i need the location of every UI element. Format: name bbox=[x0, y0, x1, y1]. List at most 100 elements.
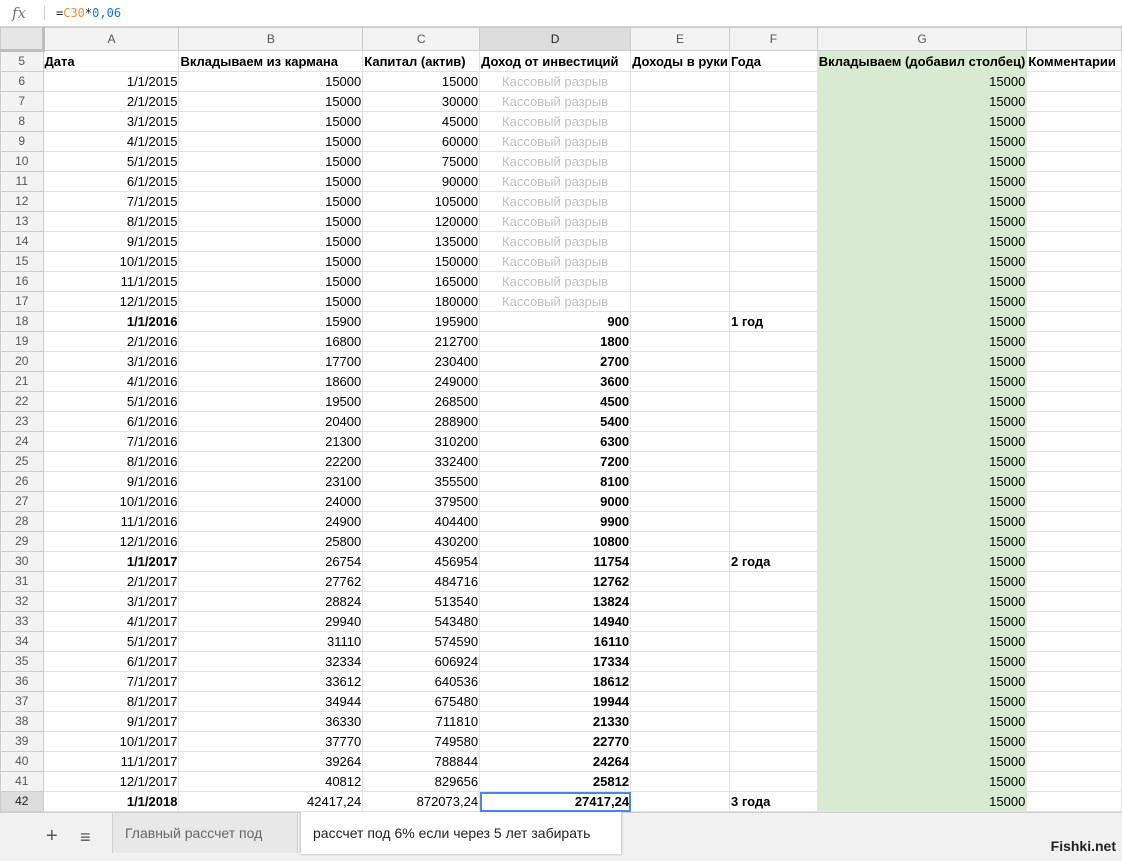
comment-cell[interactable] bbox=[1026, 791, 1122, 812]
comment-cell[interactable] bbox=[1026, 731, 1122, 752]
capital-cell[interactable]: 484716 bbox=[362, 571, 481, 592]
comment-cell[interactable] bbox=[1026, 351, 1122, 372]
years-cell[interactable] bbox=[729, 111, 818, 132]
comment-cell[interactable] bbox=[1026, 191, 1122, 212]
pocket-cell[interactable]: 32334 bbox=[178, 651, 364, 672]
row-number[interactable]: 6 bbox=[0, 71, 44, 92]
date-cell[interactable]: 4/1/2015 bbox=[42, 131, 180, 152]
invest-cell[interactable]: 15000 bbox=[816, 351, 1028, 372]
pocket-cell[interactable]: 25800 bbox=[178, 531, 364, 552]
row-number[interactable]: 27 bbox=[0, 491, 44, 512]
sheet-tab-active[interactable]: рассчет под 6% если через 5 лет забирать… bbox=[300, 812, 622, 854]
comment-cell[interactable] bbox=[1026, 171, 1122, 192]
capital-cell[interactable]: 404400 bbox=[362, 511, 481, 532]
pocket-cell[interactable]: 28824 bbox=[178, 591, 364, 612]
years-cell[interactable] bbox=[729, 691, 818, 712]
cash-cell[interactable] bbox=[630, 111, 731, 132]
years-cell[interactable] bbox=[729, 351, 818, 372]
years-cell[interactable] bbox=[729, 131, 818, 152]
pocket-cell[interactable]: 31110 bbox=[178, 631, 364, 652]
years-cell[interactable] bbox=[729, 411, 818, 432]
pocket-cell[interactable]: 39264 bbox=[178, 751, 364, 772]
cash-cell[interactable] bbox=[630, 491, 731, 512]
comment-cell[interactable] bbox=[1026, 751, 1122, 772]
row-number[interactable]: 37 bbox=[0, 691, 44, 712]
pocket-cell[interactable]: 15000 bbox=[178, 211, 364, 232]
pocket-cell[interactable]: 17700 bbox=[178, 351, 364, 372]
invest-cell[interactable]: 15000 bbox=[816, 451, 1028, 472]
sheet-tab-main[interactable]: Главный рассчет под 6%▾ bbox=[112, 813, 298, 853]
income-cell[interactable]: 5400 bbox=[479, 411, 632, 432]
cash-cell[interactable] bbox=[630, 271, 731, 292]
row-number[interactable]: 19 bbox=[0, 331, 44, 352]
row-number[interactable]: 14 bbox=[0, 231, 44, 252]
comment-cell[interactable] bbox=[1026, 771, 1122, 792]
column-header[interactable]: E bbox=[630, 27, 731, 51]
capital-cell[interactable]: 165000 bbox=[362, 271, 481, 292]
row-number[interactable]: 23 bbox=[0, 411, 44, 432]
capital-cell[interactable]: 310200 bbox=[362, 431, 481, 452]
header-cell[interactable]: Дата bbox=[42, 50, 180, 72]
date-cell[interactable]: 10/1/2015 bbox=[42, 251, 180, 272]
capital-cell[interactable]: 60000 bbox=[362, 131, 481, 152]
years-cell[interactable] bbox=[729, 711, 818, 732]
capital-cell[interactable]: 543480 bbox=[362, 611, 481, 632]
row-number[interactable]: 21 bbox=[0, 371, 44, 392]
cash-cell[interactable] bbox=[630, 351, 731, 372]
cash-cell[interactable] bbox=[630, 431, 731, 452]
cash-cell[interactable] bbox=[630, 371, 731, 392]
invest-cell[interactable]: 15000 bbox=[816, 611, 1028, 632]
income-cell[interactable]: 7200 bbox=[479, 451, 632, 472]
date-cell[interactable]: 2/1/2015 bbox=[42, 91, 180, 112]
comment-cell[interactable] bbox=[1026, 131, 1122, 152]
pocket-cell[interactable]: 15000 bbox=[178, 291, 364, 312]
cash-cell[interactable] bbox=[630, 151, 731, 172]
income-cell[interactable]: 12762 bbox=[479, 571, 632, 592]
years-cell[interactable] bbox=[729, 511, 818, 532]
date-cell[interactable]: 8/1/2015 bbox=[42, 211, 180, 232]
date-cell[interactable]: 5/1/2015 bbox=[42, 151, 180, 172]
invest-cell[interactable]: 15000 bbox=[816, 751, 1028, 772]
comment-cell[interactable] bbox=[1026, 71, 1122, 92]
capital-cell[interactable]: 606924 bbox=[362, 651, 481, 672]
row-number[interactable]: 32 bbox=[0, 591, 44, 612]
pocket-cell[interactable]: 19500 bbox=[178, 391, 364, 412]
row-number[interactable]: 31 bbox=[0, 571, 44, 592]
income-cell[interactable]: 9900 bbox=[479, 511, 632, 532]
row-number[interactable]: 28 bbox=[0, 511, 44, 532]
row-number[interactable]: 11 bbox=[0, 171, 44, 192]
comment-cell[interactable] bbox=[1026, 251, 1122, 272]
comment-cell[interactable] bbox=[1026, 111, 1122, 132]
years-cell[interactable] bbox=[729, 91, 818, 112]
income-cell[interactable]: 22770 bbox=[479, 731, 632, 752]
capital-cell[interactable]: 288900 bbox=[362, 411, 481, 432]
row-number[interactable]: 34 bbox=[0, 631, 44, 652]
comment-cell[interactable] bbox=[1026, 151, 1122, 172]
cash-cell[interactable] bbox=[630, 451, 731, 472]
invest-cell[interactable]: 15000 bbox=[816, 131, 1028, 152]
income-cell[interactable]: 2700 bbox=[479, 351, 632, 372]
pocket-cell[interactable]: 15000 bbox=[178, 151, 364, 172]
date-cell[interactable]: 10/1/2016 bbox=[42, 491, 180, 512]
invest-cell[interactable]: 15000 bbox=[816, 671, 1028, 692]
capital-cell[interactable]: 230400 bbox=[362, 351, 481, 372]
income-cell[interactable]: Кассовый разрыв bbox=[479, 271, 632, 292]
column-header[interactable] bbox=[1026, 27, 1122, 51]
years-cell[interactable] bbox=[729, 151, 818, 172]
capital-cell[interactable]: 268500 bbox=[362, 391, 481, 412]
date-cell[interactable]: 12/1/2015 bbox=[42, 291, 180, 312]
capital-cell[interactable]: 135000 bbox=[362, 231, 481, 252]
spreadsheet-grid[interactable]: ABCDEFG 5 Дата Вкладываем из кармана Капита… bbox=[0, 27, 1122, 812]
capital-cell[interactable]: 212700 bbox=[362, 331, 481, 352]
comment-cell[interactable] bbox=[1026, 531, 1122, 552]
cash-cell[interactable] bbox=[630, 91, 731, 112]
years-cell[interactable] bbox=[729, 651, 818, 672]
capital-cell[interactable]: 640536 bbox=[362, 671, 481, 692]
row-number[interactable]: 8 bbox=[0, 111, 44, 132]
income-cell[interactable]: 900 bbox=[479, 311, 632, 332]
pocket-cell[interactable]: 20400 bbox=[178, 411, 364, 432]
date-cell[interactable]: 8/1/2017 bbox=[42, 691, 180, 712]
years-cell[interactable] bbox=[729, 231, 818, 252]
years-cell[interactable] bbox=[729, 471, 818, 492]
pocket-cell[interactable]: 15000 bbox=[178, 71, 364, 92]
